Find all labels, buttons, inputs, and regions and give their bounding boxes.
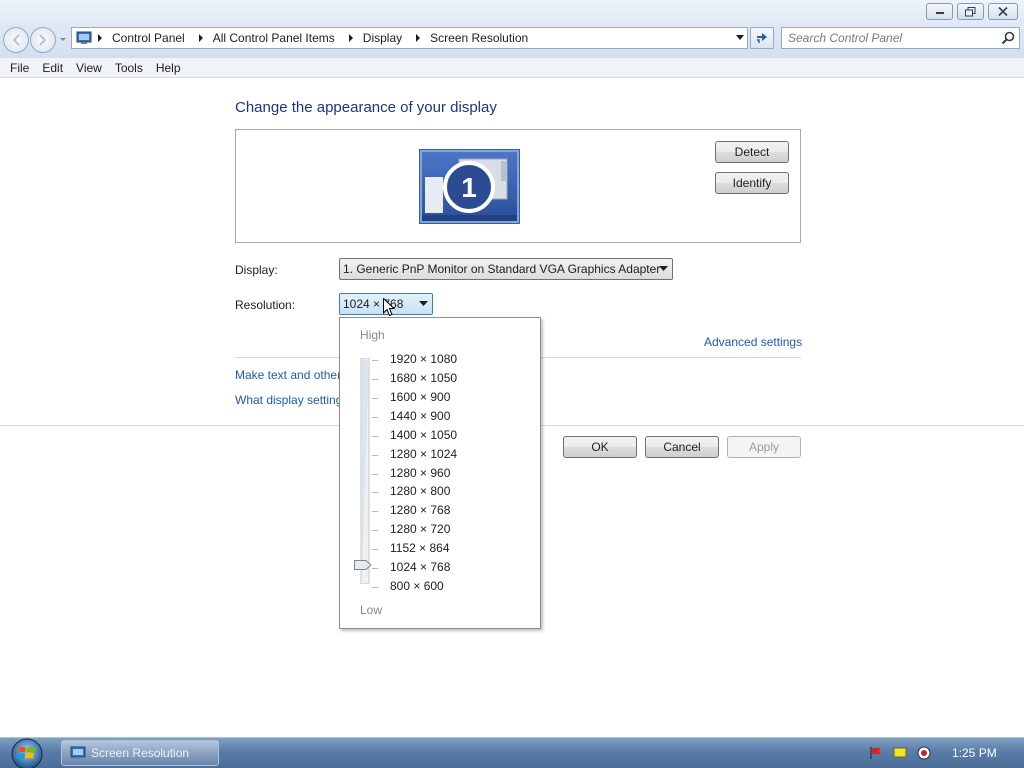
clock[interactable]: 1:25 PM [952,746,997,760]
low-label: Low [360,603,383,617]
resolution-option[interactable]: 1280 × 768 [390,502,450,519]
ok-button[interactable]: OK [563,436,637,458]
action-center-flag-icon[interactable] [869,746,883,760]
resolution-option[interactable]: 1280 × 1024 [390,446,457,463]
back-button[interactable] [3,27,29,53]
network-icon[interactable] [893,746,907,760]
forward-button[interactable] [30,27,56,53]
resolution-option[interactable]: 1280 × 800 [390,483,450,500]
menu-view[interactable]: View [70,61,108,75]
navigation-bar: Control Panel All Control Panel Items Di… [0,26,1024,58]
taskbar-item-screen-resolution[interactable]: Screen Resolution [61,740,219,766]
monitor-icon[interactable]: 1 [419,149,520,224]
text-size-link[interactable]: Make text and other [235,368,341,382]
close-button[interactable] [988,3,1018,20]
slider-tick [372,398,378,399]
resolution-option[interactable]: 1440 × 900 [390,408,450,425]
address-dropdown-icon[interactable] [735,34,745,42]
address-bar[interactable]: Control Panel All Control Panel Items Di… [71,27,748,49]
chevron-right-icon [94,28,106,48]
resolution-option[interactable]: 1680 × 1050 [390,370,457,387]
slider-tick [372,379,378,380]
resolution-option[interactable]: 1280 × 960 [390,465,450,482]
resolution-option[interactable]: 800 × 600 [390,578,444,595]
breadcrumb-label: All Control Panel Items [212,31,335,45]
resolution-option[interactable]: 1920 × 1080 [390,351,457,368]
search-input[interactable] [788,30,988,46]
control-panel-icon [76,31,92,44]
start-button-icon[interactable] [8,738,46,768]
resolution-label: Resolution: [235,298,296,312]
resolution-slider-track[interactable] [360,358,370,584]
menu-bar: File Edit View Tools Help [0,58,1024,78]
breadcrumb-label: Screen Resolution [430,31,529,45]
slider-tick [372,455,378,456]
monitor-number: 1 [461,172,477,203]
close-icon [998,7,1008,16]
resolution-option[interactable]: 1400 × 1050 [390,427,457,444]
volume-icon[interactable] [917,746,931,760]
back-arrow-icon [12,34,20,46]
resolution-option[interactable]: 1280 × 720 [390,521,450,538]
menu-tools[interactable]: Tools [109,61,149,75]
control-panel-icon [70,746,86,759]
chevron-down-icon [659,266,668,271]
apply-button[interactable]: Apply [727,436,801,458]
resolution-option-selected[interactable]: 1024 × 768 [390,559,450,576]
resolution-option[interactable]: 1600 × 900 [390,389,450,406]
menu-file[interactable]: File [4,61,35,75]
breadcrumb: Control Panel All Control Panel Items Di… [94,28,538,48]
slider-tick [372,530,378,531]
identify-button[interactable]: Identify [715,172,789,194]
breadcrumb-item[interactable]: Screen Resolution [412,28,538,48]
restore-button[interactable] [957,3,984,20]
taskbar: Screen Resolution 1:25 PM [0,737,1024,768]
chevron-right-icon [412,28,424,48]
refresh-button[interactable] [750,27,774,49]
minimize-button[interactable] [926,3,953,20]
advanced-settings-link[interactable]: Advanced settings [704,335,802,349]
cancel-button[interactable]: Cancel [645,436,719,458]
high-label: High [360,328,385,342]
minimize-icon [935,11,944,14]
slider-tick [372,474,378,475]
slider-tick [372,360,378,361]
display-preview: 1 Detect Identify [235,129,801,243]
slider-tick [372,417,378,418]
slider-tick [372,549,378,550]
search-box [781,27,1020,49]
display-settings-help-link[interactable]: What display setting [235,393,342,407]
search-icon[interactable] [1000,30,1016,46]
slider-tick [372,492,378,493]
chevron-down-icon [419,301,428,306]
menu-help[interactable]: Help [150,61,187,75]
refresh-icon [757,33,767,43]
display-select[interactable]: 1. Generic PnP Monitor on Standard VGA G… [339,258,673,280]
chevron-right-icon [195,28,207,48]
restore-icon [965,6,976,16]
chevron-right-icon [345,28,357,48]
page-title: Change the appearance of your display [235,99,497,116]
forward-arrow-icon [39,34,47,46]
resolution-dropdown: High 1920 × 1080 1680 × 1050 1600 × 900 … [339,317,541,629]
display-label: Display: [235,263,278,277]
slider-tick [372,436,378,437]
breadcrumb-label: Control Panel [112,31,185,45]
title-bar [0,0,1024,26]
slider-tick [372,587,378,588]
detect-button[interactable]: Detect [715,141,789,163]
slider-tick [372,511,378,512]
mouse-cursor-icon [383,298,395,317]
resolution-slider-thumb[interactable] [354,560,372,570]
breadcrumb-item[interactable]: Display [345,28,412,48]
breadcrumb-label: Display [362,31,403,45]
menu-edit[interactable]: Edit [36,61,69,75]
breadcrumb-item[interactable]: All Control Panel Items [195,28,345,48]
resolution-option[interactable]: 1152 × 864 [390,540,450,557]
recent-pages-chevron-icon[interactable] [58,35,68,45]
display-select-value: 1. Generic PnP Monitor on Standard VGA G… [343,262,661,276]
taskbar-item-label: Screen Resolution [91,746,190,760]
slider-tick [372,568,378,569]
breadcrumb-item[interactable]: Control Panel [94,28,195,48]
